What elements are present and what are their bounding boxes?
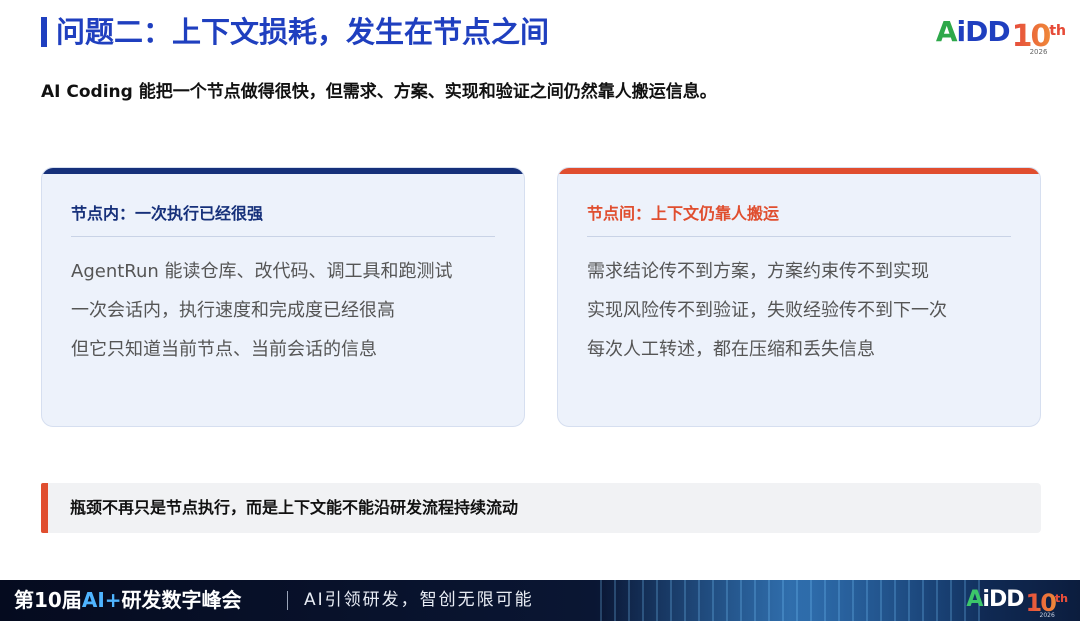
conference-name: 第10届AI+研发数字峰会 [14,586,242,614]
card-within-node: 节点内：一次执行已经很强 AgentRun 能读仓库、改代码、调工具和跑测试 一… [41,167,525,427]
logo-idd-letters: iDD [956,15,1010,48]
card-line: 实现风险传不到验证，失败经验传不到下一次 [587,300,947,321]
logo-year: 2026 [1029,48,1048,56]
title-accent-bar [41,17,47,47]
conference-accent: AI+ [81,588,122,612]
card-body: AgentRun 能读仓库、改代码、调工具和跑测试 一次会话内，执行速度和完成度… [71,252,453,369]
card-divider [71,236,495,237]
conference-slogan: AI引领研发，智创无限可能 [304,590,534,610]
slide: 问题二：上下文损耗，发生在节点之间 AiDD 10th 2026 AI Codi… [0,0,1080,621]
aidd-logo: AiDD 10th 2026 [935,14,1066,56]
logo-anniversary: 10th 2026 [1012,14,1066,56]
conclusion-callout: 瓶颈不再只是节点执行，而是上下文能不能沿研发流程持续流动 [41,483,1041,533]
card-line: 需求结论传不到方案，方案约束传不到实现 [587,261,929,282]
footer-aidd-logo: AiDD 10th 2026 [966,585,1068,619]
footer-logo-ten-suffix: th [1054,592,1068,605]
logo-a-letter: A [935,15,958,48]
card-line: 一次会话内，执行速度和完成度已经很高 [71,300,395,321]
footer-logo-anniversary: 10th 2026 [1026,585,1069,619]
conference-prefix: 第10届 [14,588,82,612]
card-line: 但它只知道当前节点、当前会话的信息 [71,339,377,360]
footer-logo-idd-letters: iDD [982,587,1024,612]
card-top-bar [42,168,524,174]
card-heading: 节点内：一次执行已经很强 [71,204,264,223]
card-line: 每次人工转述，都在压缩和丢失信息 [587,339,875,360]
card-line: AgentRun 能读仓库、改代码、调工具和跑测试 [71,261,453,282]
footer-separator [287,591,288,610]
logo-ten-suffix: th [1049,23,1066,39]
page-subtitle: AI Coding 能把一个节点做得很快，但需求、方案、实现和验证之间仍然靠人搬… [41,82,717,102]
conclusion-accent-bar [41,483,48,533]
card-between-nodes: 节点间：上下文仍靠人搬运 需求结论传不到方案，方案约束传不到实现 实现风险传不到… [557,167,1041,427]
page-title: 问题二：上下文损耗，发生在节点之间 [56,15,550,49]
card-heading: 节点间：上下文仍靠人搬运 [587,204,780,223]
card-divider [587,236,1011,237]
footer-logo-year: 2026 [1039,612,1055,619]
footer-banner: 第10届AI+研发数字峰会 AI引领研发，智创无限可能 AiDD 10th 20… [0,580,1080,621]
conclusion-text: 瓶颈不再只是节点执行，而是上下文能不能沿研发流程持续流动 [70,498,519,517]
card-body: 需求结论传不到方案，方案约束传不到实现 实现风险传不到验证，失败经验传不到下一次… [587,252,947,369]
logo-wordmark: AiDD [935,14,1011,50]
footer-logo-a-letter: A [966,587,983,612]
footer-light-streaks [600,580,980,621]
card-top-bar [558,168,1040,174]
conference-suffix: 研发数字峰会 [121,588,242,612]
footer-logo-wordmark: AiDD [966,585,1024,615]
